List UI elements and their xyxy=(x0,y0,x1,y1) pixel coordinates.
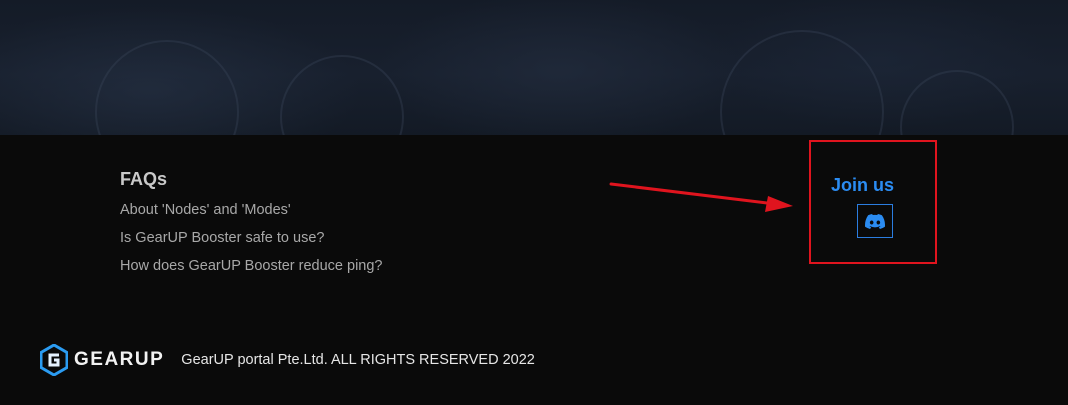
copyright-text: GearUP portal Pte.Ltd. ALL RIGHTS RESERV… xyxy=(181,352,535,368)
site-footer: FAQs About 'Nodes' and 'Modes' Is GearUP… xyxy=(0,135,1068,405)
gearup-logo-text: GEARUP xyxy=(74,349,165,370)
join-us-heading: Join us xyxy=(831,175,895,195)
faq-link-nodes-modes[interactable]: About 'Nodes' and 'Modes' xyxy=(120,196,383,224)
discord-icon xyxy=(865,213,885,229)
faq-link-safety[interactable]: Is GearUP Booster safe to use? xyxy=(120,224,383,252)
faq-heading: FAQs xyxy=(120,169,168,189)
gearup-logo-icon xyxy=(40,344,68,376)
join-us-highlight-box: Join us xyxy=(809,140,937,264)
annotation-arrow xyxy=(609,182,793,212)
faq-section: FAQs About 'Nodes' and 'Modes' Is GearUP… xyxy=(120,168,383,280)
hero-banner-image xyxy=(0,0,1068,135)
faq-link-reduce-ping[interactable]: How does GearUP Booster reduce ping? xyxy=(120,252,383,280)
footer-bottom-bar: GEARUP GearUP portal Pte.Ltd. ALL RIGHTS… xyxy=(40,344,535,376)
gearup-logo[interactable]: GEARUP xyxy=(40,344,164,376)
discord-button[interactable] xyxy=(857,204,893,238)
